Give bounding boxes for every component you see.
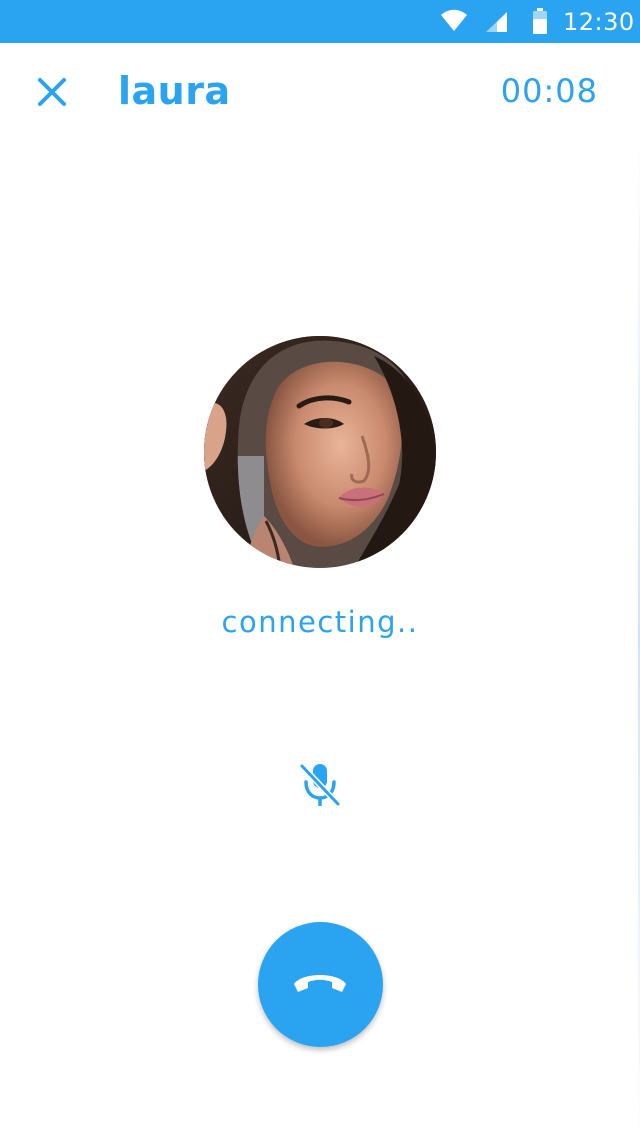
battery-icon (533, 8, 547, 34)
status-time: 12:30 (563, 8, 635, 36)
mic-off-icon[interactable] (296, 760, 344, 810)
avatar (204, 336, 436, 568)
call-screen: 12:30 laura 00:08 connecting.. (0, 0, 640, 1136)
contact-name: laura (118, 69, 231, 113)
avatar-photo (204, 336, 436, 568)
call-timer: 00:08 (500, 72, 598, 110)
status-bar: 12:30 (0, 0, 640, 43)
signal-icon (486, 12, 507, 32)
wifi-icon (441, 9, 467, 31)
close-icon[interactable] (30, 70, 74, 114)
call-status: connecting.. (221, 605, 419, 639)
end-call-button[interactable] (258, 922, 383, 1047)
phone-hangup-icon (294, 975, 346, 992)
